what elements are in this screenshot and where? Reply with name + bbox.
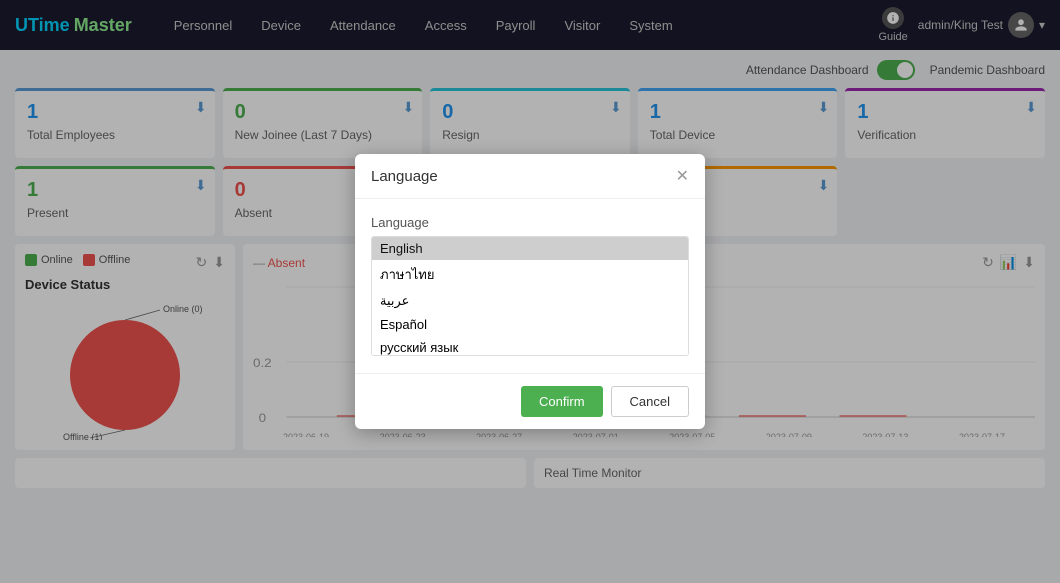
modal-title: Language xyxy=(371,168,438,185)
confirm-button[interactable]: Confirm xyxy=(521,386,603,417)
language-modal: Language ✕ Language English ภาษาไทย عربي… xyxy=(355,154,705,429)
modal-close-button[interactable]: ✕ xyxy=(676,166,689,186)
cancel-button[interactable]: Cancel xyxy=(611,386,689,417)
modal-footer: Confirm Cancel xyxy=(355,373,705,429)
modal-body: Language English ภาษาไทย عربية Español р… xyxy=(355,199,705,373)
language-select[interactable]: English ภาษาไทย عربية Español русский яз… xyxy=(371,236,689,356)
language-option-english[interactable]: English xyxy=(372,237,688,260)
modal-header: Language ✕ xyxy=(355,154,705,199)
language-option-thai[interactable]: ภาษาไทย xyxy=(372,260,688,289)
language-field-label: Language xyxy=(371,215,689,230)
language-option-russian[interactable]: русский язык xyxy=(372,336,688,356)
modal-overlay[interactable]: Language ✕ Language English ภาษาไทย عربي… xyxy=(0,0,1060,583)
language-option-spanish[interactable]: Español xyxy=(372,313,688,336)
language-option-arabic[interactable]: عربية xyxy=(372,289,688,313)
